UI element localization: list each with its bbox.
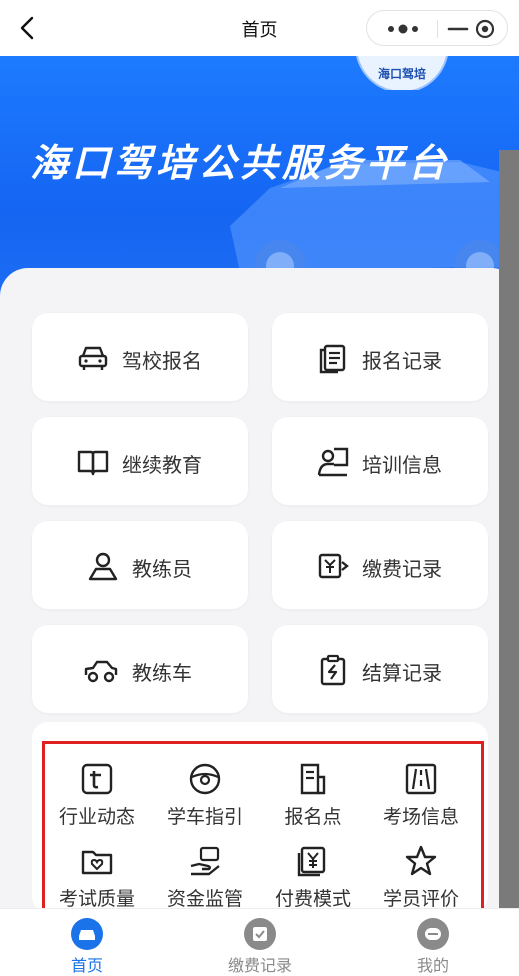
car-side-icon [84, 660, 118, 683]
tab-home[interactable]: 首页 [27, 909, 147, 976]
card-driving-school-signup[interactable]: 驾校报名 [32, 313, 248, 401]
car-front-icon [78, 346, 108, 370]
minimize-close-icon[interactable] [447, 17, 497, 41]
svg-text:海口驾培: 海口驾培 [378, 66, 426, 81]
capsule-divider [437, 20, 438, 38]
card-label: 继续教育 [122, 453, 202, 477]
tab-payment-records[interactable]: 缴费记录 [200, 909, 320, 976]
card-continuing-education[interactable]: 继续教育 [32, 417, 248, 505]
tab-bar: 首页 缴费记录 我的 [0, 908, 519, 976]
tab-label: 缴费记录 [227, 956, 292, 975]
mini-program-capsule [366, 10, 508, 46]
card-training-info[interactable]: 培训信息 [272, 417, 488, 505]
document-list-icon [319, 344, 346, 374]
platform-title: 海口驾培公共服务平台 [30, 141, 451, 185]
card-label: 驾校报名 [122, 349, 202, 373]
tab-label: 我的 [416, 956, 449, 975]
card-instructors[interactable]: 教练员 [32, 521, 248, 609]
card-label: 教练车 [132, 661, 192, 685]
scrollbar[interactable] [499, 150, 519, 910]
more-options-icon[interactable] [381, 17, 425, 41]
tab-profile[interactable]: 我的 [373, 909, 493, 976]
payment-icon [244, 918, 276, 950]
card-label: 报名记录 [362, 349, 442, 373]
person-icon [88, 552, 118, 581]
home-car-icon [71, 918, 103, 950]
card-payment-records[interactable]: 缴费记录 [272, 521, 488, 609]
card-training-cars[interactable]: 教练车 [32, 625, 248, 713]
navigation-bar: 首页 [0, 0, 519, 56]
card-label: 教练员 [132, 557, 192, 581]
card-label: 培训信息 [362, 453, 442, 477]
tab-label: 首页 [70, 956, 103, 975]
logo-emblem-icon: 海口驾培 [356, 56, 448, 90]
settlement-clipboard-icon [320, 654, 346, 686]
profile-icon [417, 918, 449, 950]
trainer-board-icon [317, 447, 349, 477]
card-label: 结算记录 [362, 661, 442, 685]
card-label: 缴费记录 [362, 557, 442, 581]
card-signup-records[interactable]: 报名记录 [272, 313, 488, 401]
card-settlement-records[interactable]: 结算记录 [272, 625, 488, 713]
payment-yen-icon [318, 553, 349, 579]
highlight-box [42, 741, 484, 915]
open-book-icon [77, 450, 109, 476]
